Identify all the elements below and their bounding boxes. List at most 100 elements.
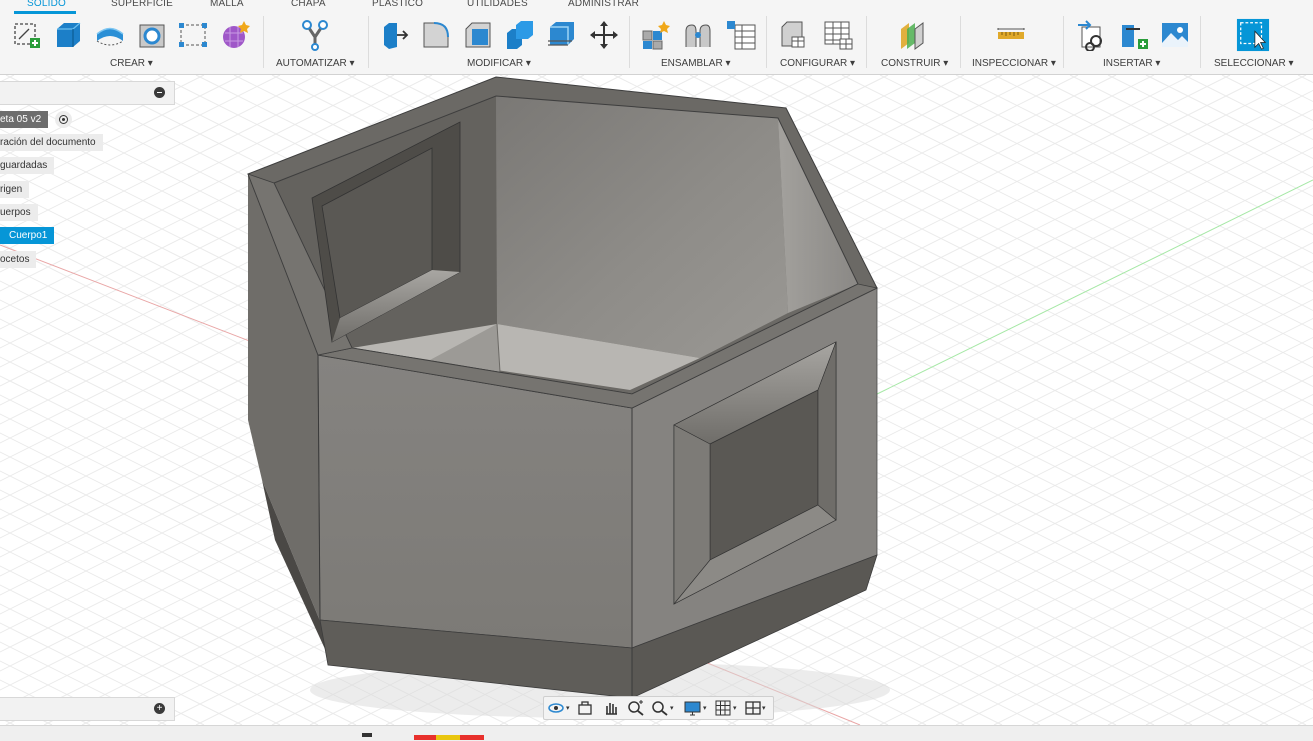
timeline-marker[interactable] bbox=[362, 733, 372, 737]
tab-chapa[interactable]: CHAPA bbox=[291, 0, 326, 9]
grid-line bbox=[1145, 640, 1313, 725]
shell-icon[interactable] bbox=[545, 17, 579, 53]
joint-icon[interactable] bbox=[681, 17, 715, 53]
group-separator bbox=[960, 16, 961, 68]
new-component-icon[interactable] bbox=[638, 17, 672, 53]
grid-line bbox=[879, 75, 1313, 293]
revolve-icon[interactable] bbox=[93, 17, 127, 53]
timeline-feature[interactable] bbox=[414, 735, 436, 740]
grid-line bbox=[955, 75, 1313, 255]
grid-line bbox=[1259, 697, 1313, 725]
tab-administrar[interactable]: ADMINISTRAR bbox=[568, 0, 639, 9]
tab-solido[interactable]: SÓLIDO bbox=[27, 0, 66, 9]
group-separator bbox=[263, 16, 264, 68]
navigation-bar: ▾ ▾ ▾ ▾ ▾ bbox=[543, 696, 774, 720]
offset-plane-icon[interactable] bbox=[896, 17, 930, 53]
automate-icon[interactable] bbox=[298, 17, 332, 53]
active-radio-icon[interactable] bbox=[55, 111, 72, 128]
construir-menu[interactable]: CONSTRUIR ▾ bbox=[881, 58, 948, 69]
group-separator bbox=[629, 16, 630, 68]
insertar-menu[interactable]: INSERTAR ▾ bbox=[1103, 58, 1160, 69]
timeline-strip bbox=[0, 725, 1313, 741]
collapse-panel-icon[interactable] bbox=[154, 87, 165, 98]
bodies-node[interactable]: uerpos bbox=[0, 204, 38, 221]
group-separator bbox=[766, 16, 767, 68]
configuration-table-icon[interactable] bbox=[821, 17, 855, 53]
toolbar: SÓLIDO SUPERFICIE MALLA CHAPA PLÁSTICO U… bbox=[0, 0, 1313, 75]
canvas-viewport[interactable] bbox=[0, 75, 1313, 725]
grid-line bbox=[1183, 659, 1313, 725]
extrude-box-icon[interactable] bbox=[51, 17, 85, 53]
insert-derive-icon[interactable] bbox=[1075, 17, 1109, 53]
inspeccionar-menu[interactable]: INSPECCIONAR ▾ bbox=[972, 58, 1056, 69]
look-at-icon[interactable] bbox=[577, 699, 593, 717]
fillet-icon[interactable] bbox=[419, 17, 453, 53]
modificar-menu[interactable]: MODIFICAR ▾ bbox=[467, 58, 531, 69]
grid-line bbox=[1221, 75, 1313, 122]
grid-line bbox=[1069, 75, 1313, 198]
model-scene bbox=[0, 75, 1313, 725]
group-separator bbox=[1200, 16, 1201, 68]
new-sketch-icon[interactable] bbox=[10, 17, 44, 53]
grid-line bbox=[879, 507, 1313, 725]
active-tab-indicator bbox=[14, 11, 76, 14]
combine-icon[interactable] bbox=[503, 17, 537, 53]
expand-comments-icon[interactable]: + bbox=[154, 703, 165, 714]
insert-mcmaster-icon[interactable] bbox=[1117, 17, 1151, 53]
zoom-icon[interactable] bbox=[627, 699, 645, 717]
grid-line bbox=[1259, 75, 1313, 103]
seleccionar-menu[interactable]: SELECCIONAR ▾ bbox=[1214, 58, 1293, 69]
fit-icon[interactable]: ▾ bbox=[651, 699, 674, 717]
automatizar-menu[interactable]: AUTOMATIZAR ▾ bbox=[276, 58, 355, 69]
grid-line bbox=[841, 75, 1313, 312]
group-separator bbox=[866, 16, 867, 68]
rectangle-pattern-icon[interactable] bbox=[176, 17, 210, 53]
display-settings-icon[interactable]: ▾ bbox=[684, 699, 707, 717]
document-root-node[interactable]: eta 05 v2 bbox=[0, 111, 49, 128]
grid-line bbox=[1183, 75, 1313, 141]
grid-line bbox=[1107, 621, 1313, 725]
grid-line bbox=[803, 75, 1313, 331]
grid-line bbox=[1107, 75, 1313, 179]
pan-icon[interactable] bbox=[602, 699, 620, 717]
timeline-feature[interactable] bbox=[436, 735, 460, 740]
press-pull-icon[interactable] bbox=[378, 17, 412, 53]
tab-superficie[interactable]: SUPERFICIE bbox=[111, 0, 173, 9]
crear-menu[interactable]: CREAR ▾ bbox=[110, 58, 153, 69]
origin-node[interactable]: rigen bbox=[0, 181, 30, 198]
tab-utilidades[interactable]: UTILIDADES bbox=[467, 0, 528, 9]
body-cuerpo1-node[interactable]: Cuerpo1 bbox=[0, 227, 55, 244]
orbit-icon[interactable]: ▾ bbox=[547, 699, 570, 717]
y-axis-line bbox=[874, 179, 1313, 396]
grid-line bbox=[1069, 602, 1313, 725]
document-settings-node[interactable]: ración del documento bbox=[0, 134, 103, 151]
inner-back-wall bbox=[496, 96, 788, 358]
named-views-node[interactable]: guardadas bbox=[0, 157, 55, 174]
create-form-icon[interactable] bbox=[218, 17, 252, 53]
select-icon[interactable] bbox=[1236, 17, 1270, 53]
hole-icon[interactable] bbox=[135, 17, 169, 53]
tab-plastico[interactable]: PLÁSTICO bbox=[372, 0, 423, 9]
inner-right-wall bbox=[778, 118, 858, 313]
group-separator bbox=[368, 16, 369, 68]
sketches-node[interactable]: ocetos bbox=[0, 251, 37, 268]
browser-panel-header bbox=[0, 81, 175, 105]
configurar-menu[interactable]: CONFIGURAR ▾ bbox=[780, 58, 855, 69]
ensamblar-menu[interactable]: ENSAMBLAR ▾ bbox=[661, 58, 730, 69]
bill-of-materials-icon[interactable] bbox=[724, 17, 758, 53]
measure-icon[interactable] bbox=[994, 17, 1028, 53]
configure-icon[interactable] bbox=[777, 17, 811, 53]
grid-line bbox=[803, 469, 1313, 725]
insert-image-icon[interactable] bbox=[1158, 17, 1192, 53]
group-separator bbox=[1063, 16, 1064, 68]
chamfer-icon[interactable] bbox=[461, 17, 495, 53]
tab-malla[interactable]: MALLA bbox=[210, 0, 244, 9]
move-icon[interactable] bbox=[587, 17, 621, 53]
comments-panel-header: + bbox=[0, 697, 175, 721]
grid-line bbox=[841, 488, 1313, 725]
grid-line bbox=[1145, 75, 1313, 160]
grid-settings-icon[interactable]: ▾ bbox=[715, 699, 737, 717]
viewports-icon[interactable]: ▾ bbox=[745, 699, 766, 717]
timeline-feature[interactable] bbox=[460, 735, 484, 740]
grid-line bbox=[1221, 678, 1313, 725]
